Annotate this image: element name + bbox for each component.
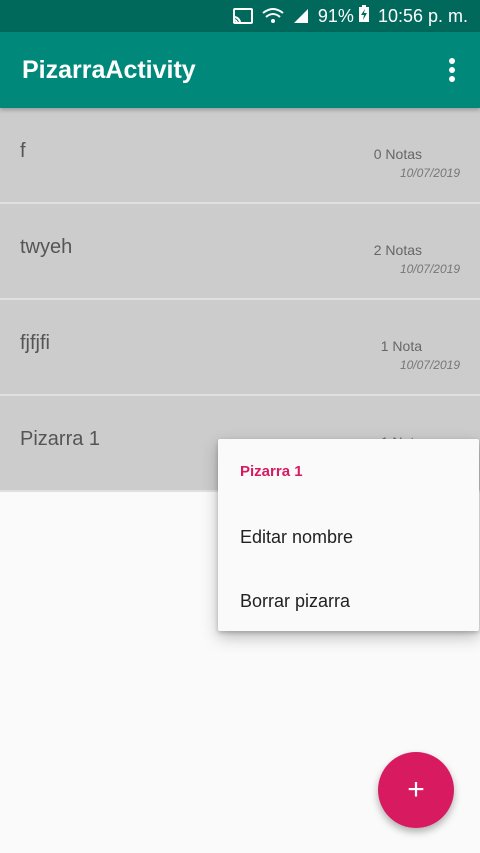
- board-date: 10/07/2019: [399, 166, 460, 180]
- board-name: twyeh: [20, 236, 73, 258]
- board-name: Pizarra 1: [20, 428, 101, 450]
- board-item[interactable]: fjfjfi 1 Nota 10/07/2019: [0, 300, 480, 396]
- context-menu: Pizarra 1 Editar nombre Borrar pizarra: [218, 439, 479, 631]
- board-date: 10/07/2019: [399, 262, 460, 276]
- board-name: fjfjfi: [20, 332, 50, 354]
- add-board-fab[interactable]: +: [378, 752, 454, 828]
- board-notes-count: 2 Notas: [373, 242, 422, 258]
- battery-percent: 91%: [317, 5, 354, 26]
- app-title: PizarraActivity: [22, 55, 196, 84]
- board-item[interactable]: twyeh 2 Notas 10/07/2019: [0, 204, 480, 300]
- more-vert-icon: [449, 58, 455, 82]
- board-list: f 0 Notas 10/07/2019 twyeh 2 Notas 10/07…: [0, 108, 480, 492]
- app-bar: PizarraActivity: [0, 32, 480, 108]
- edit-name-menu-item[interactable]: Editar nombre: [240, 527, 353, 548]
- board-name: f: [20, 140, 26, 162]
- signal-icon: [292, 7, 310, 25]
- battery-indicator: 91%: [317, 4, 370, 28]
- context-menu-header: Pizarra 1: [240, 463, 303, 480]
- board-notes-count: 0 Notas: [373, 146, 422, 162]
- wifi-icon: [262, 7, 284, 25]
- status-bar: 91% 10:56 p. m.: [0, 0, 480, 32]
- overflow-menu-button[interactable]: [438, 50, 466, 90]
- delete-board-menu-item[interactable]: Borrar pizarra: [240, 591, 350, 612]
- board-date: 10/07/2019: [399, 358, 460, 372]
- add-icon: +: [407, 773, 425, 806]
- battery-icon: [358, 4, 370, 28]
- board-item[interactable]: f 0 Notas 10/07/2019: [0, 108, 480, 204]
- clock: 10:56 p. m.: [377, 5, 468, 26]
- board-notes-count: 1 Nota: [380, 338, 422, 354]
- cast-icon: [232, 7, 254, 25]
